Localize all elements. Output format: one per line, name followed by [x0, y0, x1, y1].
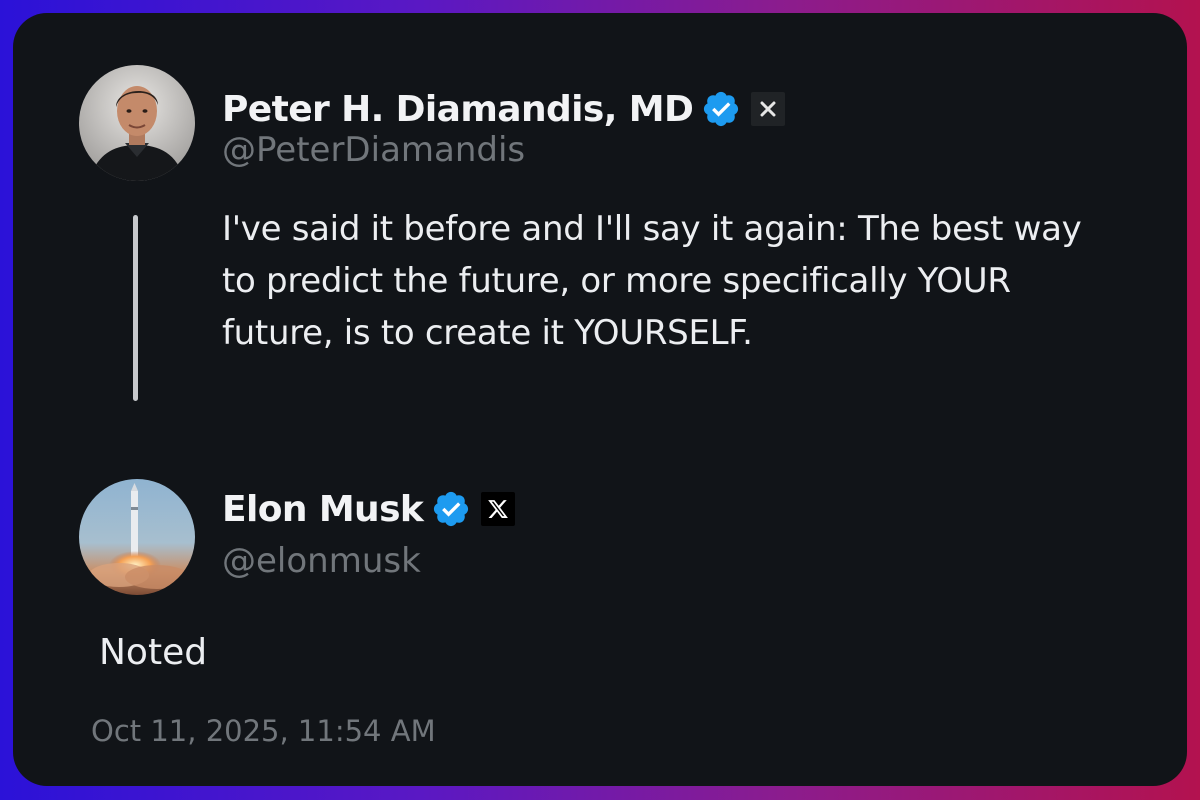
verified-badge-icon — [431, 489, 471, 529]
reply-tweet-text: Noted — [99, 632, 208, 673]
profile-photo-icon — [79, 65, 195, 181]
original-author-row: Peter H. Diamandis, MD — [222, 84, 786, 134]
author-handle[interactable]: @PeterDiamandis — [222, 130, 525, 170]
thread-connector-line — [133, 215, 138, 401]
reply-author-row: Elon Musk — [222, 484, 516, 534]
rocket-launch-icon — [79, 479, 195, 595]
author-display-name[interactable]: Peter H. Diamandis, MD — [222, 89, 694, 130]
verified-badge-icon — [701, 89, 741, 129]
tweet-timestamp[interactable]: Oct 11, 2025, 11:54 AM — [91, 714, 436, 748]
peter-diamandis-avatar[interactable] — [79, 65, 195, 181]
x-close-icon — [751, 92, 786, 126]
reply-author-handle[interactable]: @elonmusk — [222, 541, 421, 581]
x-logo-icon — [481, 492, 516, 526]
elon-musk-avatar[interactable] — [79, 479, 195, 595]
tweet-card: Peter H. Diamandis, MD @PeterDiamandis I… — [13, 13, 1187, 786]
original-tweet-text: I've said it before and I'll say it agai… — [222, 209, 1082, 353]
reply-author-display-name[interactable]: Elon Musk — [222, 489, 424, 530]
